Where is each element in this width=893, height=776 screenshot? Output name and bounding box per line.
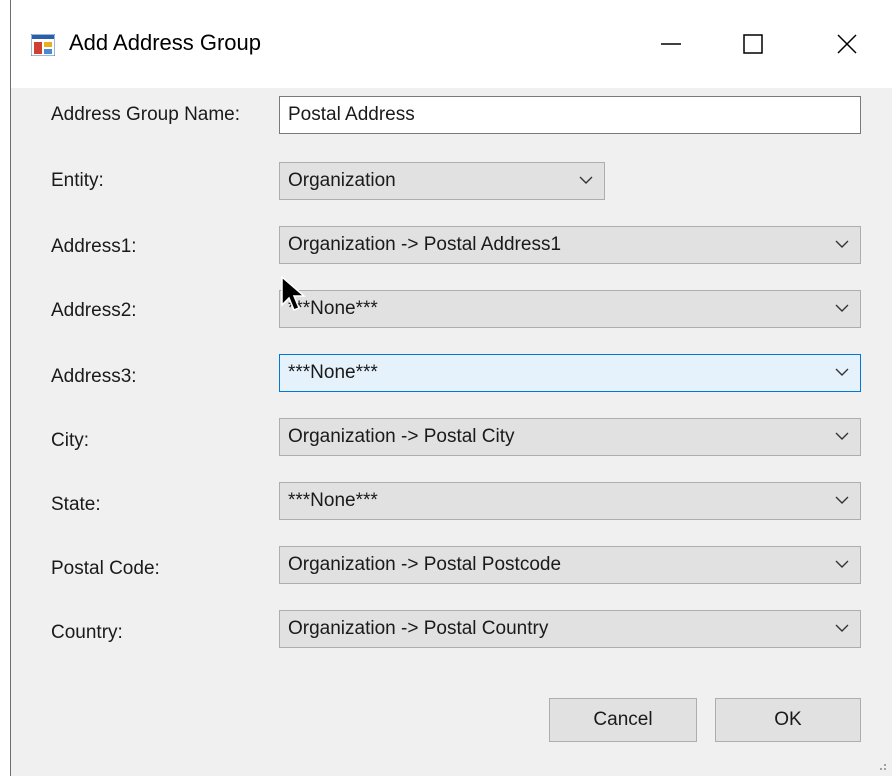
city-label: City: <box>51 430 89 451</box>
entity-value: Organization <box>288 170 396 191</box>
entity-label: Entity: <box>51 170 104 191</box>
window-title: Add Address Group <box>69 30 262 55</box>
add-address-group-dialog: Add Address Group Address Group Name: Po… <box>10 0 892 776</box>
chevron-down-icon <box>835 624 849 632</box>
address3-combo[interactable]: ***None*** <box>279 354 861 392</box>
address2-combo[interactable]: ***None*** <box>279 290 861 328</box>
mouse-cursor-icon <box>281 276 307 311</box>
maximize-button[interactable] <box>717 12 789 76</box>
address3-value: ***None*** <box>288 362 378 383</box>
address3-label: Address3: <box>51 366 137 387</box>
address2-label: Address2: <box>51 300 137 321</box>
resize-grip-icon[interactable] <box>876 760 888 772</box>
cancel-button[interactable]: Cancel <box>549 698 697 742</box>
state-combo[interactable]: ***None*** <box>279 482 861 520</box>
address1-combo[interactable]: Organization -> Postal Address1 <box>279 226 861 264</box>
chevron-down-icon <box>835 432 849 440</box>
address1-label: Address1: <box>51 236 137 257</box>
maximize-icon <box>743 34 763 54</box>
group-name-label: Address Group Name: <box>51 104 241 125</box>
country-combo[interactable]: Organization -> Postal Country <box>279 610 861 648</box>
minimize-button[interactable] <box>635 12 707 76</box>
close-button[interactable] <box>811 12 883 76</box>
entity-combo[interactable]: Organization <box>279 162 605 200</box>
state-label: State: <box>51 494 101 515</box>
chevron-down-icon <box>835 496 849 504</box>
country-label: Country: <box>51 622 123 643</box>
postal-code-combo[interactable]: Organization -> Postal Postcode <box>279 546 861 584</box>
postal-code-value: Organization -> Postal Postcode <box>288 554 562 575</box>
address1-value: Organization -> Postal Address1 <box>288 234 562 255</box>
chevron-down-icon <box>835 304 849 312</box>
state-value: ***None*** <box>288 490 378 511</box>
country-value: Organization -> Postal Country <box>288 618 549 639</box>
title-bar: Add Address Group <box>11 0 892 88</box>
ok-button[interactable]: OK <box>715 698 861 742</box>
chevron-down-icon <box>579 176 593 184</box>
group-name-input[interactable]: Postal Address <box>279 96 861 134</box>
postal-code-label: Postal Code: <box>51 558 160 579</box>
chevron-down-icon <box>835 368 849 376</box>
city-combo[interactable]: Organization -> Postal City <box>279 418 861 456</box>
app-icon <box>31 34 55 56</box>
chevron-down-icon <box>835 240 849 248</box>
city-value: Organization -> Postal City <box>288 426 515 447</box>
close-icon <box>837 34 857 54</box>
minimize-icon <box>661 43 681 45</box>
chevron-down-icon <box>835 560 849 568</box>
